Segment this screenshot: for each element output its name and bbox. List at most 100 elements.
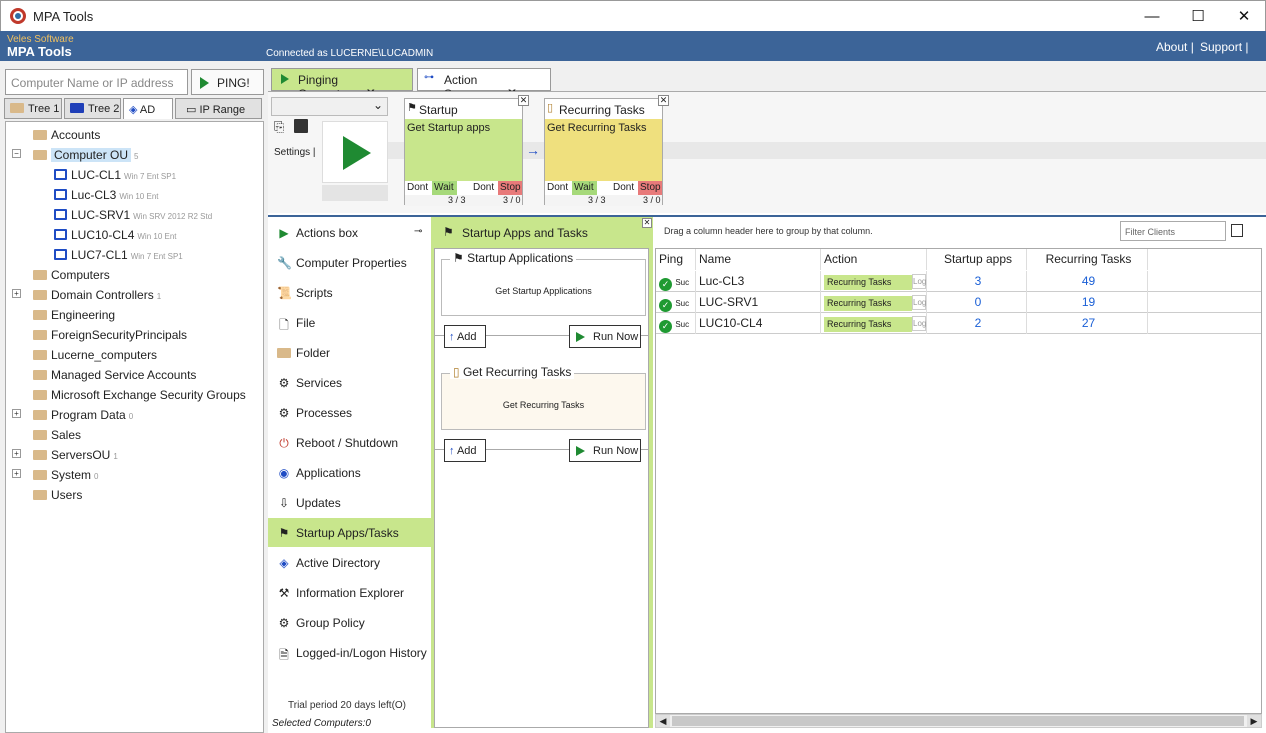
log-button[interactable]: Log: [912, 274, 926, 289]
tree-node[interactable]: LUC-CL1 Win 7 Ent SP1: [54, 165, 176, 185]
tree-node[interactable]: Lucerne_computers: [33, 345, 157, 365]
sequence-dropdown[interactable]: [271, 97, 388, 116]
minimize-button[interactable]: —: [1129, 1, 1175, 32]
tab-action-sequence[interactable]: ⊶ Action SequenceX: [417, 68, 551, 101]
col-header-recurring-tasks[interactable]: Recurring Tasks: [1027, 249, 1148, 270]
tree-node[interactable]: System 0: [33, 465, 98, 485]
tree-node[interactable]: ServersOU 1: [33, 445, 118, 465]
stop-option[interactable]: Stop: [638, 181, 662, 195]
tree-node[interactable]: LUC7-CL1 Win 7 Ent SP1: [54, 245, 183, 265]
settings-link[interactable]: Settings |: [274, 147, 316, 158]
action-services[interactable]: ⚙ Services: [268, 368, 431, 397]
col-header-action[interactable]: Action: [821, 249, 927, 270]
collapse-toggle[interactable]: −: [12, 149, 21, 158]
results-grid[interactable]: Ping Name Action Startup apps Recurring …: [655, 248, 1262, 714]
expand-toggle[interactable]: +: [12, 289, 21, 298]
tree-node[interactable]: Luc-CL3 Win 10 Ent: [54, 185, 159, 205]
startup-count[interactable]: 0: [927, 292, 1027, 313]
dont-option[interactable]: Dont: [547, 182, 568, 193]
action-applications[interactable]: ◉ Applications: [268, 458, 431, 487]
col-header-startup-apps[interactable]: Startup apps: [927, 249, 1027, 270]
tree-node[interactable]: Accounts: [33, 125, 100, 145]
tree-node[interactable]: LUC-SRV1 Win SRV 2012 R2 Std: [54, 205, 212, 225]
tab-tree-1[interactable]: Tree 1: [4, 98, 62, 119]
recurring-count[interactable]: 27: [1027, 313, 1148, 334]
scroll-left-icon[interactable]: ◀: [656, 715, 670, 727]
search-input[interactable]: Computer Name or IP address: [5, 69, 188, 95]
dont-option[interactable]: Dont: [407, 182, 428, 193]
action-scripts[interactable]: 📜 Scripts: [268, 278, 431, 307]
wait-option[interactable]: Wait: [432, 181, 457, 195]
horizontal-scrollbar[interactable]: ◀ ▶: [655, 714, 1262, 728]
tree-node[interactable]: Computers: [33, 265, 110, 285]
save-icon[interactable]: [294, 119, 308, 133]
load-icon[interactable]: ⎘: [274, 119, 284, 135]
dont-option[interactable]: Dont: [473, 182, 494, 193]
stop-option[interactable]: Stop: [498, 181, 522, 195]
tree-node[interactable]: Managed Service Accounts: [33, 365, 196, 385]
tree-node[interactable]: Users: [33, 485, 82, 505]
tree-node[interactable]: Microsoft Exchange Security Groups: [33, 385, 246, 405]
recurring-count[interactable]: 49: [1027, 271, 1148, 292]
panel-close-icon[interactable]: ✕: [642, 218, 652, 228]
tree-node[interactable]: Sales: [33, 425, 81, 445]
action-active-directory[interactable]: ◈ Active Directory: [268, 548, 431, 577]
table-row[interactable]: ✓ Suc LUC-SRV1 Recurring Tasks Log 0 19: [656, 292, 1261, 313]
pin-icon[interactable]: ⊸: [414, 226, 422, 237]
startup-count[interactable]: 3: [927, 271, 1027, 292]
table-row[interactable]: ✓ Suc Luc-CL3 Recurring Tasks Log 3 49: [656, 271, 1261, 292]
wait-option[interactable]: Wait: [572, 181, 597, 195]
card-close-icon[interactable]: ✕: [658, 95, 669, 106]
action-processes[interactable]: ⚙ Processes: [268, 398, 431, 427]
action-file[interactable]: 🗋 File: [268, 308, 431, 337]
scroll-thumb[interactable]: [672, 716, 1244, 726]
filter-clients-input[interactable]: Filter Clients: [1120, 221, 1226, 241]
action-reboot-shutdown[interactable]: ⏻ Reboot / Shutdown: [268, 428, 431, 457]
action-folder[interactable]: Folder: [268, 338, 431, 367]
action-startup-apps-tasks[interactable]: ⚑ Startup Apps/Tasks: [268, 518, 431, 547]
action-group-policy[interactable]: ⚙ Group Policy: [268, 608, 431, 637]
expand-toggle[interactable]: +: [12, 469, 21, 478]
run-sequence-button[interactable]: [322, 121, 388, 183]
support-link[interactable]: Support |: [1200, 40, 1248, 54]
tree-node[interactable]: Computer OU 5: [33, 145, 138, 165]
about-link[interactable]: About |: [1156, 40, 1194, 54]
expand-toggle[interactable]: +: [12, 449, 21, 458]
tree-node[interactable]: Engineering: [33, 305, 115, 325]
action-actions-box[interactable]: ▶ Actions box ⊸: [268, 218, 431, 247]
tree-node[interactable]: Domain Controllers 1: [33, 285, 161, 305]
tree-node[interactable]: ForeignSecurityPrincipals: [33, 325, 187, 345]
dont-option[interactable]: Dont: [613, 182, 634, 193]
export-icon[interactable]: [1231, 224, 1243, 237]
col-header-name[interactable]: Name: [696, 249, 821, 270]
table-row[interactable]: ✓ Suc LUC10-CL4 Recurring Tasks Log 2 27: [656, 313, 1261, 334]
action-updates[interactable]: ⇩ Updates: [268, 488, 431, 517]
col-header-ping[interactable]: Ping: [656, 249, 696, 270]
tab-pinging-computers[interactable]: Pinging ComputersX: [271, 68, 413, 101]
add-startup-button[interactable]: ↑ Add: [444, 325, 486, 348]
maximize-button[interactable]: ☐: [1175, 1, 1221, 32]
tree-node[interactable]: Program Data 0: [33, 405, 133, 425]
ad-tree[interactable]: Accounts − Computer OU 5 LUC-CL1 Win 7 Ent…: [5, 121, 264, 733]
recurring-count[interactable]: 19: [1027, 292, 1148, 313]
tree-node[interactable]: LUC10-CL4 Win 10 Ent: [54, 225, 177, 245]
close-button[interactable]: ✕: [1221, 1, 1266, 32]
scroll-right-icon[interactable]: ▶: [1247, 715, 1261, 727]
startup-count[interactable]: 2: [927, 313, 1027, 334]
log-button[interactable]: Log: [912, 316, 926, 331]
sequence-card-recurring[interactable]: ▯ Recurring Tasks Get Recurring Tasks Don…: [544, 95, 669, 206]
run-now-startup-button[interactable]: Run Now: [569, 325, 641, 348]
tab-ip-range[interactable]: ▭ IP Range: [175, 98, 262, 119]
sequence-card-startup[interactable]: ⚑Startup Applications Get Startup apps D…: [404, 95, 529, 206]
action-information-explorer[interactable]: ⚒ Information Explorer: [268, 578, 431, 607]
ping-button[interactable]: PING!: [191, 69, 264, 95]
action-logon-history[interactable]: 🗎 Logged-in/Logon History: [268, 638, 431, 667]
expand-toggle[interactable]: +: [12, 409, 21, 418]
tab-ad[interactable]: ◈ AD: [123, 98, 173, 119]
tab-tree-2[interactable]: Tree 2: [64, 98, 121, 119]
card-close-icon[interactable]: ✕: [518, 95, 529, 106]
add-recurring-button[interactable]: ↑ Add: [444, 439, 486, 462]
action-computer-properties[interactable]: 🔧 Computer Properties: [268, 248, 431, 277]
run-now-recurring-button[interactable]: Run Now: [569, 439, 641, 462]
log-button[interactable]: Log: [912, 295, 926, 310]
